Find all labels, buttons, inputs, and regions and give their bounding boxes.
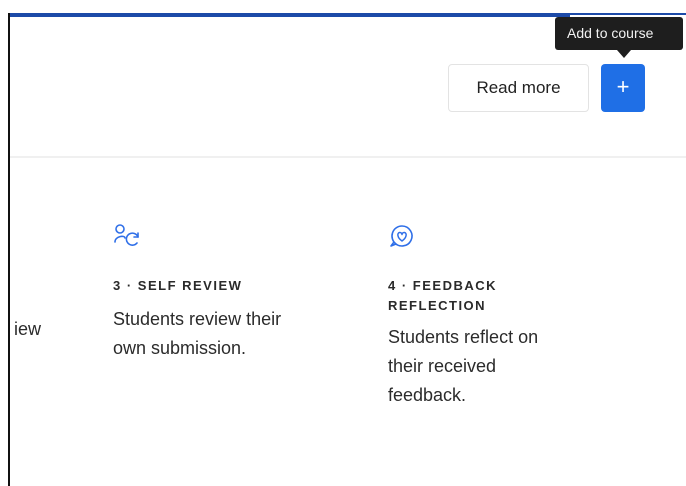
step-4-title: 4 · FEEDBACK REFLECTION bbox=[388, 276, 538, 316]
step-3-description: Students review their own submission. bbox=[113, 305, 281, 363]
step-4-description-line: their received bbox=[388, 356, 497, 376]
step-4-title-line: REFLECTION bbox=[388, 298, 487, 313]
section-divider bbox=[10, 156, 686, 158]
feedback-reflection-icon bbox=[390, 225, 413, 247]
course-panel: Add to course Read more + iew 3 · SELF R… bbox=[0, 0, 686, 486]
self-review-icon bbox=[114, 224, 139, 246]
step-self-review: 3 · SELF REVIEW Students review their ow… bbox=[113, 222, 281, 363]
step-4-description: Students reflect on their received feedb… bbox=[388, 323, 538, 410]
step-4-title-line: 4 · FEEDBACK bbox=[388, 278, 498, 293]
top-accent-bar bbox=[10, 13, 570, 17]
step-4-description-line: Students reflect on bbox=[388, 327, 539, 347]
add-to-course-button[interactable]: + bbox=[601, 64, 645, 112]
add-to-course-tooltip: Add to course bbox=[555, 17, 683, 50]
step-3-title: 3 · SELF REVIEW bbox=[113, 278, 243, 293]
step-3-description-line: Students review their bbox=[113, 309, 282, 329]
step-4-description-line: feedback. bbox=[388, 385, 467, 405]
top-accent-bar-thin bbox=[570, 13, 686, 15]
read-more-button[interactable]: Read more bbox=[448, 64, 589, 112]
step-2-description-partial: iew bbox=[14, 319, 42, 339]
step-feedback-reflection: 4 · FEEDBACK REFLECTION Students reflect… bbox=[388, 222, 538, 410]
window-left-border bbox=[8, 13, 10, 486]
step-3-description-line: own submission. bbox=[113, 338, 247, 358]
tooltip-arrow bbox=[617, 50, 631, 58]
